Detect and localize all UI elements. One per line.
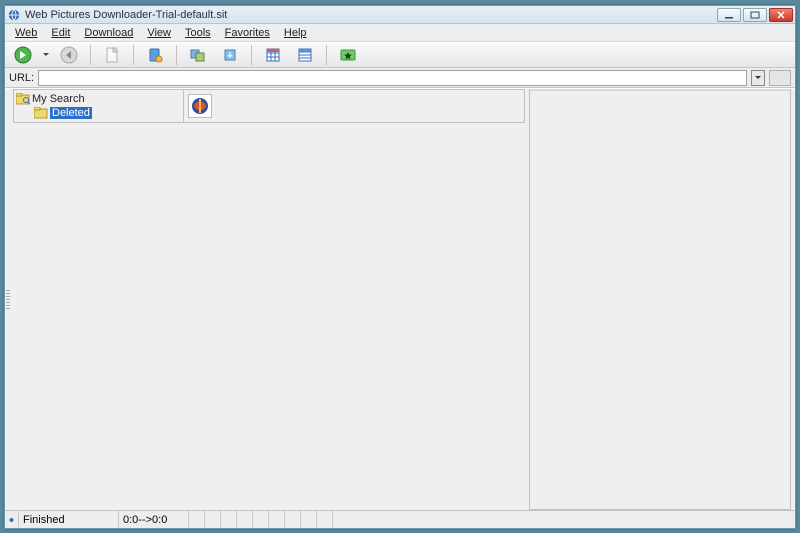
menu-help[interactable]: Help xyxy=(278,26,313,40)
menu-download[interactable]: Download xyxy=(78,26,139,40)
menu-bar: Web Edit Download View Tools Favorites H… xyxy=(5,24,795,42)
thumbnail-item[interactable] xyxy=(188,94,212,118)
status-cell xyxy=(317,511,333,528)
app-icon xyxy=(7,8,21,22)
url-input[interactable] xyxy=(38,70,747,86)
minimize-button[interactable] xyxy=(717,8,741,22)
app-settings-button[interactable] xyxy=(141,44,169,66)
url-bar: URL: xyxy=(5,68,795,88)
maximize-button[interactable] xyxy=(743,8,767,22)
status-cell xyxy=(301,511,317,528)
view-grid-button[interactable] xyxy=(259,44,287,66)
tree-root[interactable]: My Search xyxy=(16,92,181,106)
status-icon xyxy=(5,511,19,528)
status-cell xyxy=(269,511,285,528)
separator xyxy=(326,45,327,65)
tree-child-label: Deleted xyxy=(50,107,92,119)
url-dropdown[interactable] xyxy=(751,70,765,86)
separator xyxy=(176,45,177,65)
url-label: URL: xyxy=(9,72,34,84)
menu-favorites[interactable]: Favorites xyxy=(219,26,276,40)
separator xyxy=(251,45,252,65)
tree-child-deleted[interactable]: Deleted xyxy=(34,106,181,120)
images-button[interactable] xyxy=(184,44,212,66)
title-bar: Web Pictures Downloader-Trial-default.si… xyxy=(5,6,795,24)
download-button[interactable] xyxy=(216,44,244,66)
right-pane xyxy=(529,89,791,510)
status-cell xyxy=(285,511,301,528)
thumbnail-area[interactable] xyxy=(184,90,524,122)
url-go-button[interactable] xyxy=(769,70,791,86)
toolbar xyxy=(5,42,795,68)
close-button[interactable] xyxy=(769,8,793,22)
left-pane: My Search Deleted xyxy=(13,89,525,123)
status-cell xyxy=(221,511,237,528)
status-bar: Finished 0:0-->0:0 xyxy=(5,510,795,528)
status-cell xyxy=(205,511,221,528)
app-window: Web Pictures Downloader-Trial-default.si… xyxy=(4,5,796,529)
preview-area[interactable] xyxy=(529,89,791,510)
menu-edit[interactable]: Edit xyxy=(45,26,76,40)
window-title: Web Pictures Downloader-Trial-default.si… xyxy=(25,9,717,21)
menu-tools[interactable]: Tools xyxy=(179,26,217,40)
tree-root-label: My Search xyxy=(32,93,85,105)
favorite-button[interactable] xyxy=(334,44,362,66)
new-doc-button[interactable] xyxy=(98,44,126,66)
status-message: Finished xyxy=(19,511,119,528)
status-time: 0:0-->0:0 xyxy=(119,511,189,528)
separator xyxy=(90,45,91,65)
separator xyxy=(133,45,134,65)
status-cell xyxy=(189,511,205,528)
menu-web[interactable]: Web xyxy=(9,26,43,40)
back-button[interactable] xyxy=(55,44,83,66)
main-area: My Search Deleted xyxy=(5,88,795,510)
status-cell xyxy=(237,511,253,528)
folder-icon xyxy=(34,107,48,119)
go-button[interactable] xyxy=(9,44,37,66)
go-dropdown[interactable] xyxy=(41,44,51,66)
status-cell xyxy=(253,511,269,528)
menu-view[interactable]: View xyxy=(141,26,177,40)
search-folder-icon xyxy=(16,93,30,105)
tree-view[interactable]: My Search Deleted xyxy=(14,90,184,122)
left-grip[interactable] xyxy=(5,89,11,510)
view-list-button[interactable] xyxy=(291,44,319,66)
